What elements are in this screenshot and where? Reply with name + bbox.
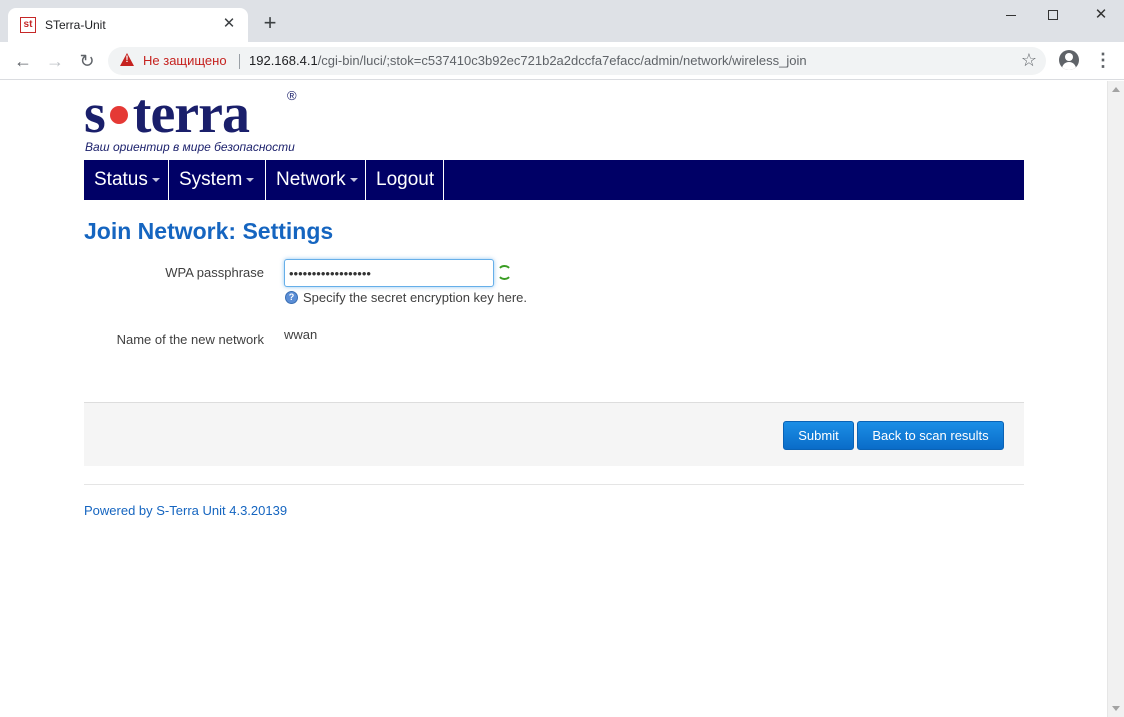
help-icon: ?: [285, 291, 298, 304]
page-title: Join Network: Settings: [84, 218, 334, 244]
form-actions: Submit Back to scan results: [84, 402, 1024, 466]
caret-down-icon: [151, 177, 160, 182]
nav-system[interactable]: System: [169, 160, 266, 200]
tab-close-icon[interactable]: ✕: [220, 15, 238, 33]
reload-icon[interactable]: ↻: [75, 50, 99, 74]
nav-logout[interactable]: Logout: [366, 160, 444, 200]
logo-dot: [109, 106, 128, 124]
scroll-down-icon[interactable]: [1112, 706, 1120, 711]
network-name-label: Name of the new network: [116, 332, 264, 347]
security-status[interactable]: Не защищено: [143, 53, 227, 68]
wpa-help-text: Specify the secret encryption key here.: [303, 290, 528, 305]
url-host: 192.168.4.1: [249, 53, 318, 68]
address-separator: [239, 54, 240, 69]
star-icon[interactable]: ☆: [1019, 47, 1039, 71]
window-maximize-button[interactable]: [1030, 0, 1076, 32]
favicon-icon: st: [20, 17, 36, 33]
powered-by-link[interactable]: Powered by S-Terra Unit 4.3.20139: [84, 503, 287, 518]
scroll-up-icon[interactable]: [1112, 87, 1120, 92]
browser-menu-icon[interactable]: ⋮: [1094, 50, 1112, 70]
wpa-passphrase-label: WPA passphrase: [165, 265, 264, 280]
browser-toolbar: ← → ↻ ! Не защищено 192.168.4.1/cgi-bin/…: [0, 42, 1124, 80]
tab-title: STerra-Unit: [45, 18, 106, 32]
browser-tab[interactable]: st STerra-Unit ✕: [8, 8, 248, 42]
registered-mark: ®: [287, 88, 297, 103]
back-to-scan-results-button[interactable]: Back to scan results: [857, 421, 1004, 450]
nav-status[interactable]: Status: [84, 160, 169, 200]
sterra-logo: s terra ® Ваш ориентир в мире безопасност…: [84, 84, 314, 156]
nav-network[interactable]: Network: [266, 160, 366, 200]
network-name-value: wwan: [284, 327, 318, 342]
logo-tagline: Ваш ориентир в мире безопасности: [85, 140, 295, 154]
window-close-button[interactable]: ✕: [1078, 0, 1124, 32]
caret-down-icon: [349, 177, 358, 182]
logo-wordmark: s terra: [84, 83, 250, 145]
address-bar[interactable]: ! Не защищено 192.168.4.1/cgi-bin/luci/;…: [108, 47, 1046, 75]
submit-button[interactable]: Submit: [783, 421, 854, 450]
browser-tab-strip: st STerra-Unit ✕ + ✕: [0, 0, 1124, 42]
url-text[interactable]: 192.168.4.1/cgi-bin/luci/;stok=c537410c3…: [249, 53, 807, 68]
url-path: /cgi-bin/luci/;stok=c537410c3b92ec721b2a…: [317, 53, 807, 68]
window-minimize-button[interactable]: [988, 0, 1034, 32]
profile-avatar-icon[interactable]: [1059, 50, 1079, 70]
new-tab-icon[interactable]: +: [258, 12, 282, 36]
vertical-scrollbar[interactable]: [1107, 81, 1124, 717]
wpa-passphrase-input[interactable]: [284, 259, 494, 287]
forward-arrow-icon[interactable]: →: [43, 50, 67, 74]
refresh-icon[interactable]: [497, 265, 512, 280]
caret-down-icon: [246, 177, 255, 182]
back-arrow-icon[interactable]: ←: [11, 50, 35, 74]
main-navigation: Status System Network Logout: [84, 160, 1024, 200]
footer-divider: [84, 484, 1024, 485]
